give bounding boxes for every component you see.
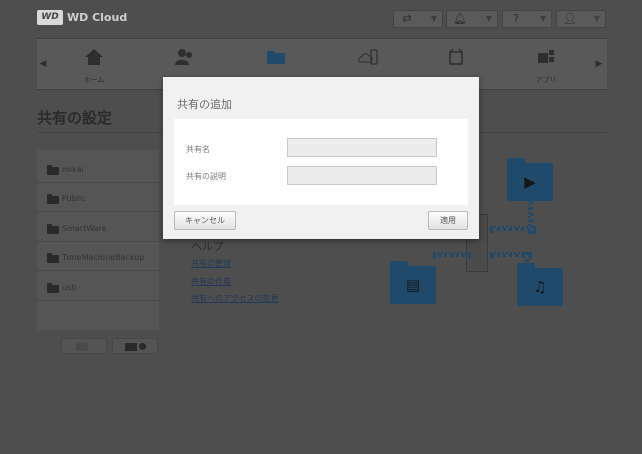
share-name-input[interactable] [287,138,437,157]
share-description-label: 共有の説明 [186,172,226,181]
home-icon [85,49,103,65]
video-folder-illustration: ▶ [507,158,553,201]
film-icon: ▶ [524,173,536,191]
add-share-button[interactable] [112,338,158,354]
nav-item-label: アプリ [535,76,557,84]
document-folder-illustration: ▤ [390,261,436,304]
folder-icon [47,283,59,293]
chevron-down-icon: ▼ [539,14,546,23]
folder-icon [47,253,59,263]
share-name: Public [62,194,86,203]
wd-logo-mark: WD [37,10,63,25]
connector-dots [490,226,536,231]
music-folder-illustration: ♫ [517,263,563,306]
share-name: TimeMachineBackup [62,253,145,262]
gear-icon [139,343,146,350]
usb-icon: ⇄ [402,12,412,25]
folder-icon [125,343,137,351]
help-link-manage-shares[interactable]: 共有の管理 [191,258,231,269]
list-item[interactable]: SmartWare [37,213,159,242]
users-icon [175,49,192,65]
share-name-label: 共有名 [186,145,210,154]
user-icon: 👤︎ [563,12,577,25]
folder-icon [47,165,59,175]
usb-menu-button[interactable]: ⇄ ▼ [393,10,443,28]
nav-scroll-left-icon[interactable]: ◀ [37,55,49,73]
wd-cloud-logo-text: WD Cloud [67,11,128,24]
list-item[interactable]: mikai [37,154,159,183]
list-item[interactable]: Public [37,183,159,212]
chevron-down-icon: ▼ [430,14,437,23]
remove-share-button[interactable] [61,338,107,354]
notifications-button[interactable]: 🔔︎ ▼ [446,10,498,28]
page-title: 共有の設定 [37,109,113,127]
music-icon: ♫ [533,278,547,296]
backup-icon [449,48,463,65]
share-name: SmartWare [62,224,107,233]
chevron-down-icon: ▼ [485,14,492,23]
folder-icon [47,194,59,204]
nav-item-home[interactable]: ホーム [59,45,129,87]
folder-icon [267,51,285,64]
dialog-body: 共有名 共有の説明 [174,119,468,205]
share-description-input[interactable] [287,166,437,185]
nav-item-apps[interactable]: アプリ [511,45,581,87]
bell-icon: 🔔︎ [453,12,467,25]
help-heading: ヘルプ [191,240,224,253]
cancel-button[interactable]: キャンセル [174,211,236,230]
cloud-device-icon [358,49,378,65]
folder-icon [47,224,59,234]
document-icon: ▤ [405,276,421,294]
help-menu-button[interactable]: ? ▼ [502,10,552,28]
help-icon: ? [513,12,519,25]
list-item[interactable]: TimeMachineBackup [37,242,159,271]
share-name: usb [62,283,77,292]
help-link-create-share[interactable]: 共有の作成 [191,276,231,287]
help-link-change-access[interactable]: 共有へのアクセスの変更 [191,293,279,304]
nav-item-label: ホーム [83,76,105,84]
connector-dots [433,252,471,257]
folder-icon [76,343,88,351]
user-menu-button[interactable]: 👤︎ ▼ [556,10,606,28]
apps-icon [538,50,554,63]
chevron-down-icon: ▼ [593,14,600,23]
dialog-title: 共有の追加 [177,98,232,111]
share-name: mikai [62,165,84,174]
share-list: mikai Public SmartWare TimeMachineBackup… [37,150,159,330]
nav-scroll-right-icon[interactable]: ▶ [593,55,605,73]
add-share-dialog: 共有の追加 共有名 共有の説明 キャンセル 適用 [163,77,479,239]
list-item[interactable]: usb [37,272,159,301]
apply-button[interactable]: 適用 [428,211,468,230]
